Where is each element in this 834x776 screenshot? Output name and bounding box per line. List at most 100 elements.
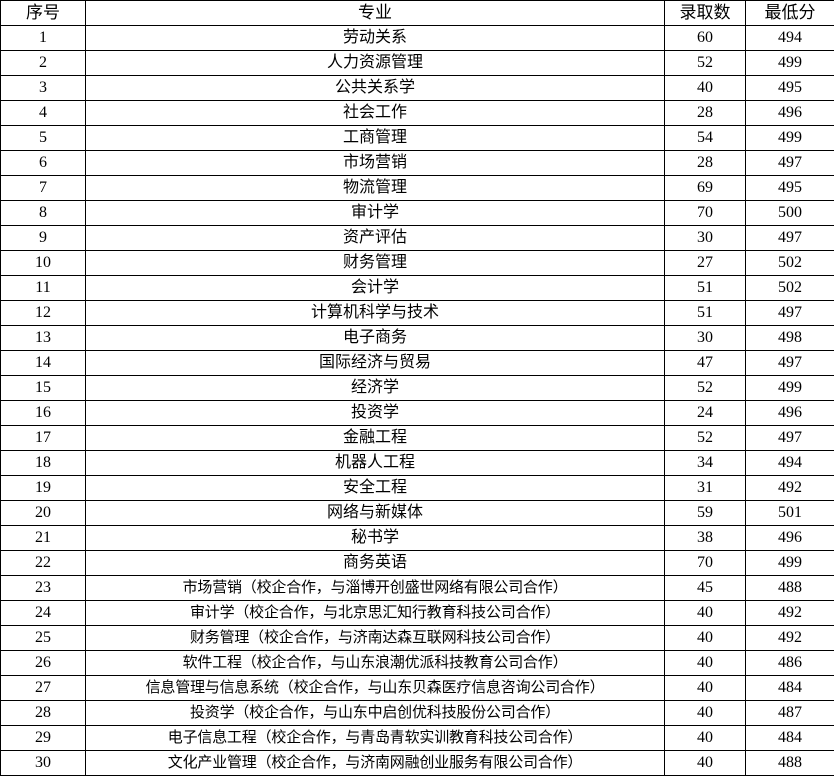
cell-major-value: 市场营销 (86, 151, 665, 176)
cell-score-value: 499 (746, 126, 834, 151)
cell-major-value: 财务管理（校企合作，与济南达森互联网科技公司合作） (86, 626, 665, 651)
table-row: 5工商管理54499 (1, 126, 834, 151)
cell-count-value: 28 (665, 101, 746, 126)
cell-index-value: 27 (1, 676, 86, 701)
cell-count-value: 40 (665, 726, 746, 751)
cell-major-value: 电子信息工程（校企合作，与青岛青软实训教育科技公司合作） (86, 726, 665, 751)
cell-score-value: 499 (746, 376, 834, 401)
cell-major-value: 审计学（校企合作，与北京思汇知行教育科技公司合作） (86, 601, 665, 626)
cell-index-value: 5 (1, 126, 86, 151)
cell-major-value: 文化产业管理（校企合作，与济南网融创业服务有限公司合作） (86, 751, 665, 776)
cell-count-value: 40 (665, 601, 746, 626)
table-row: 13电子商务30498 (1, 326, 834, 351)
cell-index-value: 23 (1, 576, 86, 601)
cell-score-value: 492 (746, 601, 834, 626)
cell-index-value: 22 (1, 551, 86, 576)
cell-major-value: 投资学 (86, 401, 665, 426)
table-row: 17金融工程52497 (1, 426, 834, 451)
cell-index-value: 4 (1, 101, 86, 126)
table-row: 21秘书学38496 (1, 526, 834, 551)
cell-count-value: 69 (665, 176, 746, 201)
cell-major-value: 物流管理 (86, 176, 665, 201)
cell-index-value: 30 (1, 751, 86, 776)
cell-score-value: 494 (746, 451, 834, 476)
cell-count-value: 24 (665, 401, 746, 426)
cell-score-value: 495 (746, 176, 834, 201)
cell-score-value: 495 (746, 76, 834, 101)
cell-major-value: 劳动关系 (86, 26, 665, 51)
column-header-score: 最低分 (746, 1, 834, 26)
cell-score-value: 487 (746, 701, 834, 726)
cell-major-value: 金融工程 (86, 426, 665, 451)
cell-index-value: 20 (1, 501, 86, 526)
cell-index-value: 15 (1, 376, 86, 401)
table-row: 11会计学51502 (1, 276, 834, 301)
cell-index-value: 16 (1, 401, 86, 426)
cell-major-value: 机器人工程 (86, 451, 665, 476)
cell-count-value: 51 (665, 276, 746, 301)
cell-score-value: 496 (746, 101, 834, 126)
cell-index-value: 17 (1, 426, 86, 451)
cell-major-value: 财务管理 (86, 251, 665, 276)
cell-count-value: 51 (665, 301, 746, 326)
cell-count-value: 52 (665, 426, 746, 451)
table-row: 6市场营销28497 (1, 151, 834, 176)
cell-index-value: 25 (1, 626, 86, 651)
cell-count-value: 45 (665, 576, 746, 601)
cell-count-value: 70 (665, 551, 746, 576)
cell-major-value: 电子商务 (86, 326, 665, 351)
table-row: 8审计学70500 (1, 201, 834, 226)
cell-count-value: 40 (665, 701, 746, 726)
cell-count-value: 52 (665, 376, 746, 401)
cell-major-value: 会计学 (86, 276, 665, 301)
cell-count-value: 40 (665, 751, 746, 776)
table-row: 30文化产业管理（校企合作，与济南网融创业服务有限公司合作）40488 (1, 751, 834, 776)
table-row: 24审计学（校企合作，与北京思汇知行教育科技公司合作）40492 (1, 601, 834, 626)
cell-index-value: 10 (1, 251, 86, 276)
table-row: 18机器人工程34494 (1, 451, 834, 476)
cell-major-value: 计算机科学与技术 (86, 301, 665, 326)
cell-index-value: 9 (1, 226, 86, 251)
table-row: 29电子信息工程（校企合作，与青岛青软实训教育科技公司合作）40484 (1, 726, 834, 751)
table-row: 20网络与新媒体59501 (1, 501, 834, 526)
table-row: 27信息管理与信息系统（校企合作，与山东贝森医疗信息咨询公司合作）40484 (1, 676, 834, 701)
cell-major-value: 资产评估 (86, 226, 665, 251)
cell-score-value: 488 (746, 576, 834, 601)
cell-major-value: 经济学 (86, 376, 665, 401)
cell-major-value: 商务英语 (86, 551, 665, 576)
cell-major-value: 工商管理 (86, 126, 665, 151)
header-row: 序号 专业 录取数 最低分 (1, 1, 834, 26)
cell-major-value: 国际经济与贸易 (86, 351, 665, 376)
table-row: 28投资学（校企合作，与山东中启创优科技股份公司合作）40487 (1, 701, 834, 726)
table-row: 26软件工程（校企合作，与山东浪潮优派科技教育公司合作）40486 (1, 651, 834, 676)
cell-index-value: 21 (1, 526, 86, 551)
table-row: 4社会工作28496 (1, 101, 834, 126)
cell-count-value: 31 (665, 476, 746, 501)
cell-score-value: 497 (746, 226, 834, 251)
table-row: 7物流管理69495 (1, 176, 834, 201)
cell-score-value: 494 (746, 26, 834, 51)
cell-index-value: 13 (1, 326, 86, 351)
cell-score-value: 497 (746, 351, 834, 376)
cell-score-value: 498 (746, 326, 834, 351)
cell-score-value: 496 (746, 526, 834, 551)
cell-index-value: 14 (1, 351, 86, 376)
table-row: 22商务英语70499 (1, 551, 834, 576)
cell-count-value: 38 (665, 526, 746, 551)
cell-index-value: 7 (1, 176, 86, 201)
cell-count-value: 40 (665, 676, 746, 701)
cell-score-value: 501 (746, 501, 834, 526)
cell-count-value: 34 (665, 451, 746, 476)
column-header-major: 专业 (86, 1, 665, 26)
cell-major-value: 信息管理与信息系统（校企合作，与山东贝森医疗信息咨询公司合作） (86, 676, 665, 701)
cell-score-value: 488 (746, 751, 834, 776)
cell-score-value: 499 (746, 551, 834, 576)
cell-major-value: 软件工程（校企合作，与山东浪潮优派科技教育公司合作） (86, 651, 665, 676)
cell-count-value: 40 (665, 76, 746, 101)
cell-score-value: 492 (746, 476, 834, 501)
cell-index-value: 29 (1, 726, 86, 751)
cell-count-value: 40 (665, 626, 746, 651)
cell-count-value: 59 (665, 501, 746, 526)
table-header: 序号 专业 录取数 最低分 (1, 1, 834, 26)
cell-count-value: 30 (665, 226, 746, 251)
